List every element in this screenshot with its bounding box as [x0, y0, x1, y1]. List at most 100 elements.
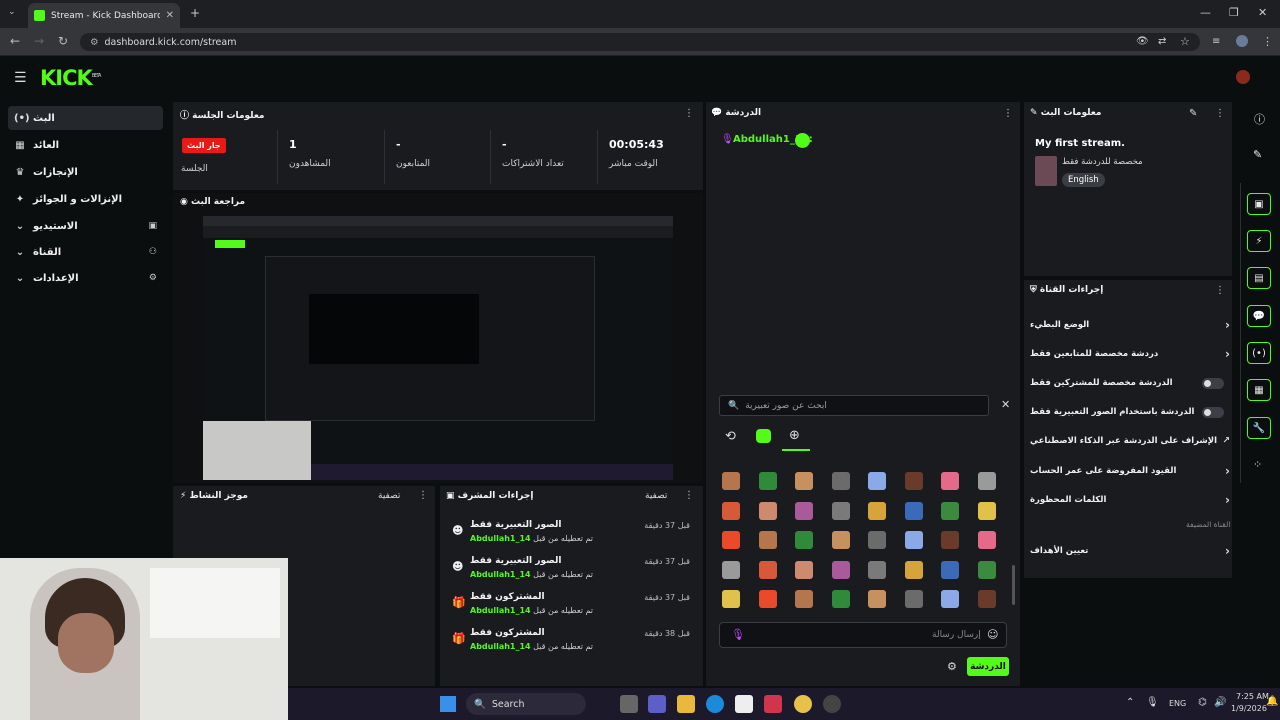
volume-icon[interactable]: 🔊 [1214, 697, 1226, 708]
stream-info-menu-icon[interactable]: ⋮ [1215, 108, 1225, 119]
emote[interactable] [722, 590, 740, 608]
emote[interactable] [831, 472, 850, 490]
emote[interactable] [758, 531, 777, 549]
emote[interactable] [758, 590, 777, 608]
extension-icon[interactable]: 👁 [1136, 36, 1149, 47]
mod-action-user[interactable]: Abdullah1_14 [470, 534, 531, 543]
emote[interactable] [722, 501, 740, 520]
windows-start-icon[interactable] [440, 696, 456, 712]
sidebar-item-channel[interactable]: ⌄ القناة ⚇ [8, 240, 163, 264]
emote-search-input[interactable]: 🔍 ابحث عن صور تعبيرية [719, 395, 989, 416]
global-emotes-icon[interactable]: ⊕ [789, 428, 800, 443]
edit-stream-icon[interactable]: ✎ [1189, 108, 1197, 119]
recent-emotes-icon[interactable]: ⟲ [725, 429, 736, 444]
emote[interactable] [758, 472, 777, 490]
emote[interactable] [941, 560, 959, 579]
emotes-only-toggle[interactable] [1202, 406, 1224, 418]
mod-filter-button[interactable]: تصفية [645, 491, 667, 501]
tab-search-icon[interactable]: ⌄ [8, 7, 16, 17]
app-icon[interactable] [764, 695, 782, 713]
close-emote-picker-icon[interactable]: ✕ [1001, 398, 1010, 411]
clip-rail-icon[interactable]: ▣ [1247, 193, 1271, 215]
set-goals-row[interactable]: تعيين الأهداف › [1030, 539, 1230, 563]
emote[interactable] [795, 531, 813, 549]
maximize-icon[interactable]: ❐ [1229, 6, 1239, 19]
kick-logo[interactable]: KICKBETA [40, 66, 101, 90]
emote[interactable] [904, 560, 923, 579]
mod-rail-icon[interactable]: ▦ [1247, 379, 1271, 401]
mod-action-user[interactable]: Abdullah1_14 [470, 642, 531, 651]
emote[interactable] [977, 560, 996, 579]
followers-only-row[interactable]: دردشة مخصصة للمتابعين فقط › [1030, 342, 1230, 366]
activity-menu-icon[interactable]: ⋮ [418, 490, 428, 501]
back-icon[interactable]: ← [10, 34, 20, 48]
reading-list-icon[interactable]: ≡ [1212, 36, 1220, 47]
slow-mode-row[interactable]: الوضع البطيء › [1030, 313, 1230, 337]
kick-emotes-tab-icon[interactable] [756, 429, 771, 443]
sidebar-item-settings[interactable]: ⌄ الإعدادات ⚙ [8, 266, 163, 290]
category-thumbnail[interactable] [1035, 156, 1057, 186]
sidebar-item-achievements[interactable]: ♛ الإنجازات [8, 160, 163, 184]
notes-rail-icon[interactable]: ▤ [1247, 267, 1271, 289]
emote[interactable] [941, 590, 959, 608]
emote[interactable] [831, 590, 850, 608]
store-icon[interactable] [735, 695, 753, 713]
emote[interactable] [722, 560, 740, 579]
stream-preview-video[interactable] [203, 216, 673, 480]
tools-rail-icon[interactable]: 🔧 [1247, 417, 1271, 439]
emote[interactable] [941, 501, 959, 520]
browser-profile-icon[interactable] [1236, 35, 1248, 47]
chat-menu-icon[interactable]: ⋮ [1003, 108, 1013, 119]
emote[interactable] [831, 501, 850, 520]
taskbar-time[interactable]: 7:25 AM [1236, 692, 1269, 701]
wifi-icon[interactable]: ⌬ [1198, 697, 1207, 708]
emote[interactable] [904, 472, 923, 490]
close-tab-icon[interactable]: ✕ [166, 10, 174, 21]
emote[interactable] [722, 472, 740, 490]
sidebar-item-drops[interactable]: ✦ الإنزالات و الجوائز [8, 187, 163, 211]
emote[interactable] [977, 531, 996, 549]
taskbar-date[interactable]: 1/9/2026 [1231, 704, 1267, 713]
taskbar-search[interactable]: 🔍 Search [466, 693, 586, 715]
session-menu-icon[interactable]: ⋮ [684, 108, 694, 119]
emote[interactable] [868, 560, 886, 579]
emote[interactable] [977, 590, 996, 608]
hamburger-menu-icon[interactable]: ☰ [14, 70, 27, 86]
chat-rail-icon[interactable]: 💬 [1247, 305, 1271, 327]
emote[interactable] [977, 501, 996, 520]
emote[interactable] [831, 531, 850, 549]
channel-actions-menu-icon[interactable]: ⋮ [1215, 285, 1225, 296]
emote[interactable] [722, 531, 740, 549]
emote[interactable] [941, 472, 959, 490]
new-tab-icon[interactable]: + [190, 6, 200, 20]
emote[interactable] [795, 501, 813, 520]
apps-rail-icon[interactable]: ⁘ [1253, 458, 1262, 471]
browser-tab[interactable]: Stream - Kick Dashboard ✕ [28, 3, 180, 28]
mod-action-user[interactable]: Abdullah1_14 [470, 606, 531, 615]
emote[interactable] [795, 472, 813, 490]
send-chat-button[interactable]: الدردشة [967, 657, 1009, 676]
tray-mic-icon[interactable]: 🎙 [1146, 697, 1159, 708]
emote[interactable] [941, 531, 959, 549]
tray-chevron-icon[interactable]: ⌃ [1126, 697, 1134, 708]
emote[interactable] [758, 560, 777, 579]
broadcast-rail-icon[interactable]: (•) [1247, 342, 1271, 364]
task-view-icon[interactable] [620, 695, 638, 713]
emote[interactable] [868, 472, 886, 490]
edge-icon[interactable] [706, 695, 724, 713]
emote[interactable] [868, 501, 886, 520]
language-indicator[interactable]: ENG [1169, 699, 1186, 708]
sidebar-item-stream[interactable]: (•) البث [8, 106, 163, 130]
emote[interactable] [831, 560, 850, 579]
account-age-row[interactable]: القيود المفروضة على عمر الحساب › [1030, 459, 1230, 483]
user-avatar[interactable] [1236, 70, 1250, 84]
chrome-icon[interactable] [794, 695, 812, 713]
edit-rail-icon[interactable]: ✎ [1253, 148, 1262, 161]
emote[interactable] [904, 590, 923, 608]
emote[interactable] [795, 560, 813, 579]
bookmark-star-icon[interactable]: ☆ [1180, 35, 1190, 48]
emote[interactable] [868, 590, 886, 608]
banned-words-row[interactable]: الكلمات المحظورة › [1030, 488, 1230, 512]
chat-settings-icon[interactable]: ⚙ [947, 660, 957, 673]
browser-menu-icon[interactable]: ⋮ [1262, 35, 1273, 48]
